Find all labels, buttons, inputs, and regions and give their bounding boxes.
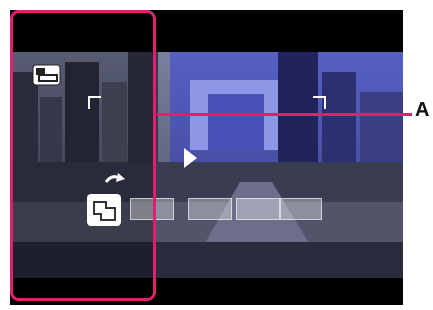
pan-direction-arrow-icon xyxy=(184,148,197,168)
callout-leader-line xyxy=(157,113,412,116)
callout-label: A xyxy=(415,99,430,121)
guide-box xyxy=(188,198,232,220)
guide-box xyxy=(236,198,280,220)
focus-frame-top-right xyxy=(313,96,326,109)
highlight-box xyxy=(10,10,156,301)
camera-lcd-diagram: A xyxy=(0,0,433,310)
guide-box xyxy=(280,198,322,220)
